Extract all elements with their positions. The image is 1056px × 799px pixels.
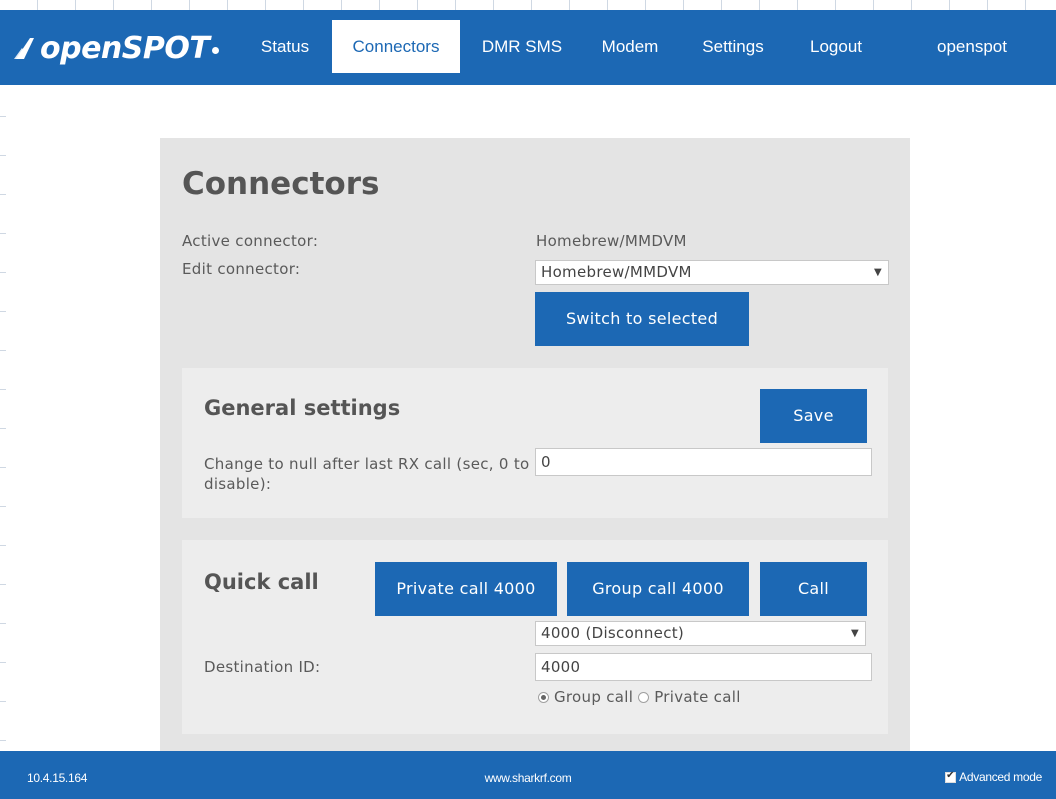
private-call-radio-label[interactable]: Private call <box>654 688 740 706</box>
top-edge-ruler <box>0 0 1056 10</box>
private-call-4000-button[interactable]: Private call 4000 <box>375 562 557 616</box>
page-title: Connectors <box>182 166 380 202</box>
quick-call-title: Quick call <box>204 570 319 594</box>
switch-to-selected-button[interactable]: Switch to selected <box>535 292 749 346</box>
nav-connectors[interactable]: Connectors <box>332 20 460 73</box>
destination-id-label: Destination ID: <box>204 658 321 676</box>
private-call-radio[interactable] <box>638 691 650 703</box>
quick-call-preset-selected: 4000 (Disconnect) <box>541 624 685 642</box>
top-navbar: openSPOT Status Connectors DMR SMS Modem… <box>0 10 1056 85</box>
advanced-mode-label[interactable]: Advanced mode <box>959 770 1042 784</box>
call-type-radio-group: Group call Private call <box>538 688 741 706</box>
active-connector-value: Homebrew/MMDVM <box>536 232 687 250</box>
group-call-radio-label[interactable]: Group call <box>554 688 633 706</box>
nav-dmr-sms[interactable]: DMR SMS <box>474 20 570 73</box>
brand-name: openSPOT <box>40 30 210 66</box>
chevron-down-icon: ▼ <box>874 267 882 278</box>
shark-fin-icon <box>14 38 34 59</box>
chevron-down-icon: ▼ <box>851 628 859 639</box>
destination-id-input[interactable]: 4000 <box>535 653 872 681</box>
nav-status[interactable]: Status <box>248 20 322 73</box>
nav-modem[interactable]: Modem <box>590 20 670 73</box>
group-call-radio[interactable] <box>538 691 549 703</box>
brand-dot-icon <box>212 46 220 54</box>
nav-user-openspot[interactable]: openspot <box>916 20 1028 73</box>
call-button[interactable]: Call <box>760 562 867 616</box>
sharkrf-link[interactable]: www.sharkrf.com <box>0 771 1056 785</box>
edit-connector-selected: Homebrew/MMDVM <box>541 263 692 281</box>
general-settings-title: General settings <box>204 396 401 420</box>
null-timeout-label: Change to null after last RX call (sec, … <box>204 455 530 493</box>
footer-bar: 10.4.15.164 www.sharkrf.com Advanced mod… <box>0 751 1056 799</box>
general-settings-section: General settings Save Change to null aft… <box>182 368 888 518</box>
connectors-panel: Connectors Active connector: Homebrew/MM… <box>160 138 910 758</box>
quick-call-section: Quick call Private call 4000 Group call … <box>182 540 888 734</box>
active-connector-label: Active connector: <box>182 232 319 250</box>
group-call-4000-button[interactable]: Group call 4000 <box>567 562 749 616</box>
null-timeout-input[interactable]: 0 <box>535 448 872 476</box>
nav-logout[interactable]: Logout <box>796 20 876 73</box>
advanced-mode-toggle[interactable]: Advanced mode <box>945 770 1042 784</box>
save-button[interactable]: Save <box>760 389 867 443</box>
quick-call-preset-select[interactable]: 4000 (Disconnect) ▼ <box>535 621 866 646</box>
nav-settings[interactable]: Settings <box>690 20 776 73</box>
left-edge-ruler <box>0 0 6 799</box>
edit-connector-select[interactable]: Homebrew/MMDVM ▼ <box>535 260 889 285</box>
advanced-mode-checkbox[interactable] <box>945 770 957 783</box>
brand-logo[interactable]: openSPOT <box>12 28 220 68</box>
edit-connector-label: Edit connector: <box>182 260 301 278</box>
